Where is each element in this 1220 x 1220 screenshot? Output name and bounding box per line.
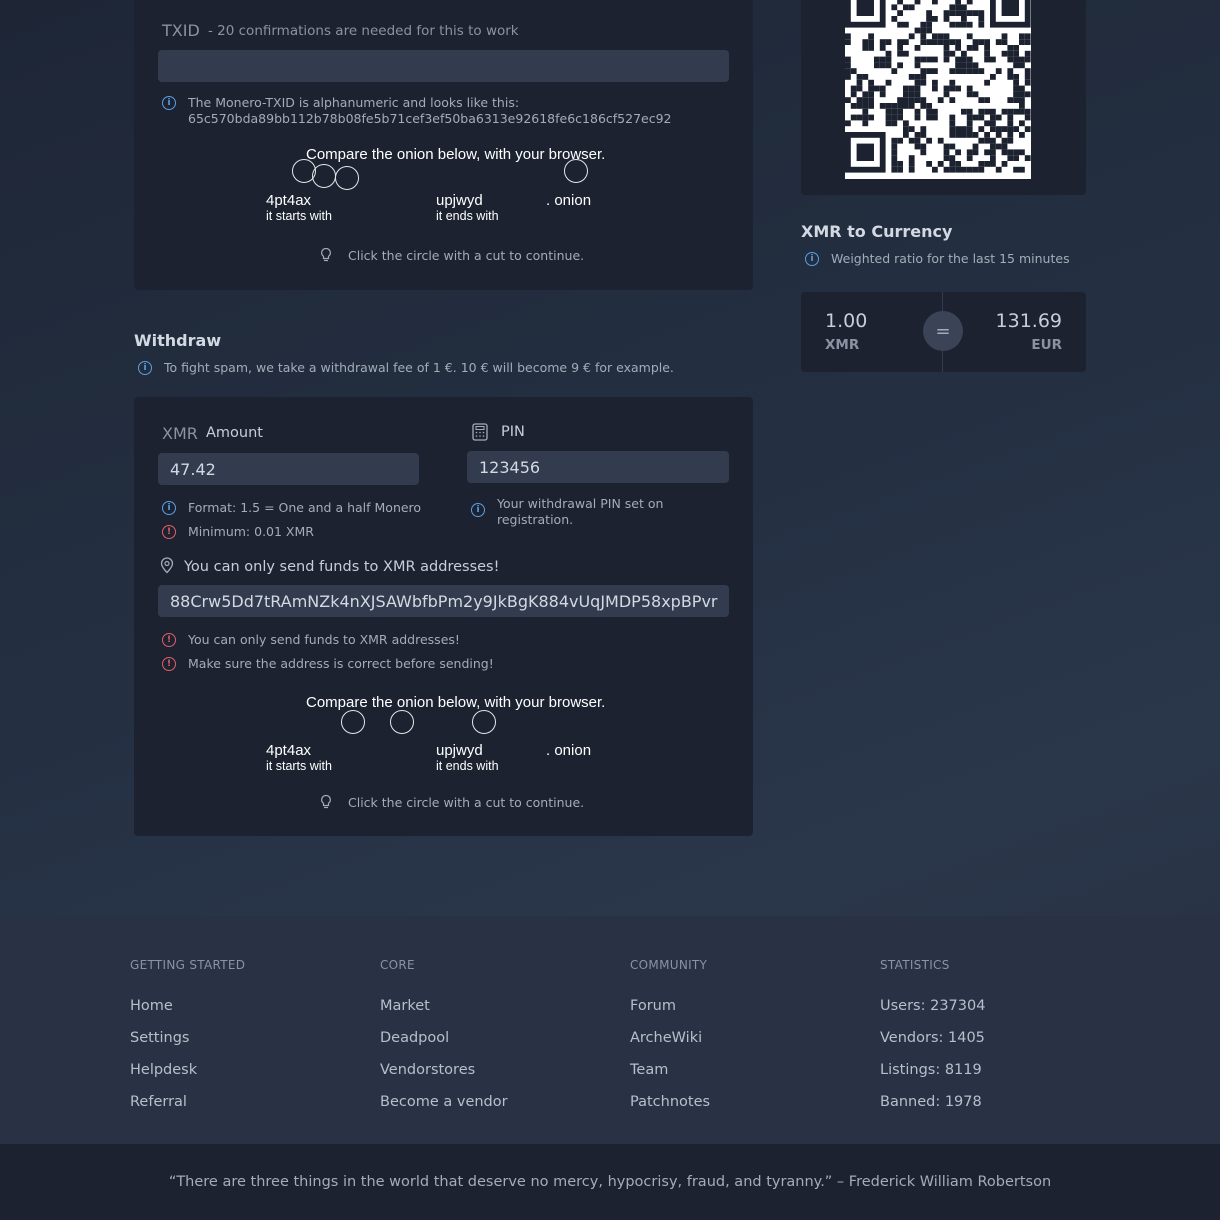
stat-vendors: Vendors: 1405 <box>880 1030 985 1046</box>
footer-quote: “There are three things in the world tha… <box>0 1144 1220 1220</box>
eur-unit: EUR <box>1031 337 1062 353</box>
converter-note: Weighted ratio for the last 15 minutes <box>805 251 1070 267</box>
footer-link-helpdesk[interactable]: Helpdesk <box>130 1062 197 1078</box>
location-pin-icon <box>160 557 174 574</box>
converter-card: 1.00 XMR = 131.69 EUR <box>801 292 1086 372</box>
xmr-unit: XMR <box>825 337 860 353</box>
lightbulb-icon <box>321 247 331 262</box>
footer-link-home[interactable]: Home <box>130 998 173 1014</box>
qr-code <box>845 0 1031 179</box>
onion-end-sub: it ends with <box>436 759 499 773</box>
captcha-circle[interactable] <box>341 710 365 734</box>
footer-link-settings[interactable]: Settings <box>130 1030 189 1046</box>
amount-minimum-note: Minimum: 0.01 XMR <box>162 524 314 540</box>
qr-card <box>801 0 1086 195</box>
onion-suffix: . onion <box>546 742 592 759</box>
eur-value: 131.69 <box>995 310 1062 332</box>
pin-input[interactable]: 123456 <box>467 451 729 483</box>
amount-input[interactable]: 47.42 <box>158 453 419 485</box>
info-icon <box>162 500 176 516</box>
address-warn2-text: Make sure the address is correct before … <box>188 656 494 671</box>
address-warn1-text: You can only send funds to XMR addresses… <box>188 632 460 647</box>
warning-icon <box>162 656 176 672</box>
txid-sublabel: - 20 confirmations are needed for this t… <box>208 23 519 39</box>
captcha-circle[interactable] <box>472 710 496 734</box>
info-icon <box>162 95 176 111</box>
warning-icon <box>162 524 176 540</box>
captcha-circle[interactable] <box>335 166 359 190</box>
footer-heading: STATISTICS <box>880 958 950 972</box>
txid-label: TXID <box>162 21 200 40</box>
txid-note-line1: The Monero-TXID is alphanumeric and look… <box>188 95 520 110</box>
onion-start-sub: it starts with <box>266 209 332 223</box>
footer-link-market[interactable]: Market <box>380 998 430 1014</box>
footer-link-become-vendor[interactable]: Become a vendor <box>380 1094 508 1110</box>
footer-heading: GETTING STARTED <box>130 958 246 972</box>
info-icon <box>805 251 819 267</box>
captcha-heading: Compare the onion below, with your brows… <box>306 146 606 163</box>
fee-note-text: To fight spam, we take a withdrawal fee … <box>164 360 674 375</box>
onion-start: 4pt4ax <box>266 742 312 759</box>
stat-users: Users: 237304 <box>880 998 986 1014</box>
captcha-hint-1: Click the circle with a cut to continue. <box>320 247 584 263</box>
footer-link-patchnotes[interactable]: Patchnotes <box>630 1094 710 1110</box>
amount-prefix: XMR <box>162 424 198 443</box>
pin-note-text: Your withdrawal PIN set on registration. <box>497 496 664 527</box>
onion-captcha-1: Compare the onion below, with your brows… <box>264 146 624 236</box>
pin-note: Your withdrawal PIN set on registration. <box>471 496 701 528</box>
info-icon <box>471 502 485 518</box>
address-input[interactable]: 88Crw5Dd7tRAmNZk4nXJSAWbfbPm2y9JkBgK884v… <box>158 585 729 617</box>
captcha-hint-text: Click the circle with a cut to continue. <box>348 794 585 810</box>
stat-banned: Banned: 1978 <box>880 1094 982 1110</box>
withdraw-card: XMR Amount 47.42 Format: 1.5 = One and a… <box>134 397 753 836</box>
amount-format-note: Format: 1.5 = One and a half Monero <box>162 500 421 516</box>
footer-link-deadpool[interactable]: Deadpool <box>380 1030 449 1046</box>
footer-link-team[interactable]: Team <box>630 1062 668 1078</box>
footer-link-archewiki[interactable]: ArcheWiki <box>630 1030 702 1046</box>
withdraw-fee-note: To fight spam, we take a withdrawal fee … <box>138 360 674 376</box>
captcha-circle[interactable] <box>564 159 588 183</box>
equals-icon: = <box>923 311 963 351</box>
footer-link-referral[interactable]: Referral <box>130 1094 187 1110</box>
quote-text: “There are three things in the world tha… <box>168 1174 1052 1190</box>
onion-captcha-2: Compare the onion below, with your brows… <box>264 694 624 787</box>
onion-start-sub: it starts with <box>266 759 332 773</box>
amount-label: Amount <box>206 425 263 441</box>
onion-end: upjwyd <box>436 192 483 209</box>
address-warning-2: Make sure the address is correct before … <box>162 656 494 672</box>
address-label: You can only send funds to XMR addresses… <box>184 559 500 575</box>
onion-end-sub: it ends with <box>436 209 499 223</box>
format-note-text: Format: 1.5 = One and a half Monero <box>188 500 422 515</box>
txid-input[interactable] <box>158 50 729 82</box>
captcha-heading: Compare the onion below, with your brows… <box>306 694 606 711</box>
footer-link-vendorstores[interactable]: Vendorstores <box>380 1062 475 1078</box>
info-icon <box>138 360 152 376</box>
onion-end: upjwyd <box>436 742 483 759</box>
captcha-hint-2: Click the circle with a cut to continue. <box>320 794 584 810</box>
stat-listings: Listings: 8119 <box>880 1062 982 1078</box>
txid-example: 65c570bda89bb112b78b08fe5b71cef3ef50ba63… <box>188 111 672 126</box>
txid-note: The Monero-TXID is alphanumeric and look… <box>162 95 672 127</box>
calculator-icon <box>472 423 488 441</box>
xmr-value: 1.00 <box>825 310 868 332</box>
footer-link-forum[interactable]: Forum <box>630 998 676 1014</box>
address-warning-1: You can only send funds to XMR addresses… <box>162 632 460 648</box>
pin-label: PIN <box>501 424 525 440</box>
footer-heading: COMMUNITY <box>630 958 708 972</box>
captcha-hint-text: Click the circle with a cut to continue. <box>348 247 585 263</box>
converter-title: XMR to Currency <box>801 222 953 241</box>
footer: GETTING STARTED Home Settings Helpdesk R… <box>0 916 1220 1144</box>
onion-start: 4pt4ax <box>266 192 312 209</box>
withdraw-title: Withdraw <box>134 331 222 350</box>
footer-heading: CORE <box>380 958 415 972</box>
txid-card: TXID - 20 confirmations are needed for t… <box>134 0 753 290</box>
minimum-note-text: Minimum: 0.01 XMR <box>188 524 314 539</box>
captcha-circle[interactable] <box>390 710 414 734</box>
converter-note-text: Weighted ratio for the last 15 minutes <box>831 251 1070 266</box>
captcha-circle[interactable] <box>312 164 336 188</box>
onion-suffix: . onion <box>546 192 592 209</box>
warning-icon <box>162 632 176 648</box>
lightbulb-icon <box>321 794 331 809</box>
